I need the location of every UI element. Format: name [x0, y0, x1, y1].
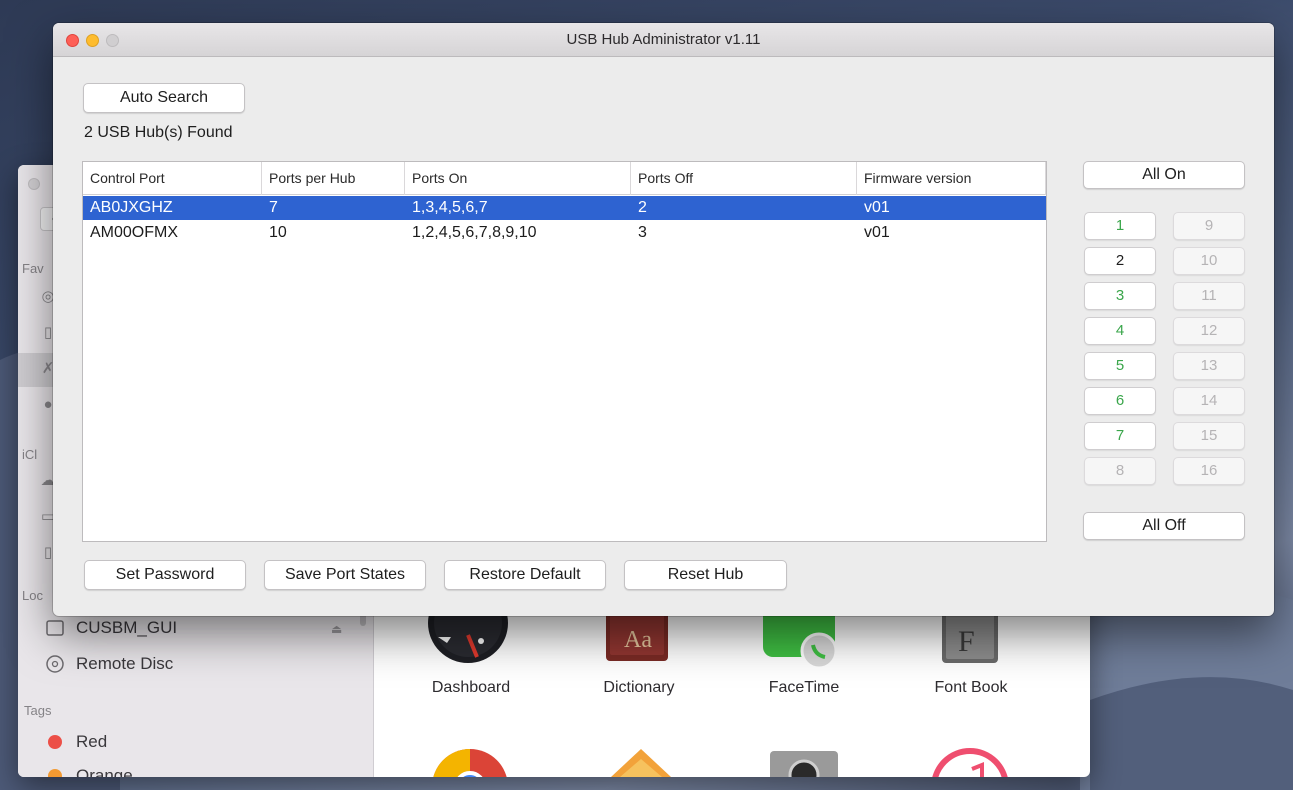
sidebar-header-favorites: Fav	[22, 261, 44, 276]
cell-ports-on: 1,2,4,5,6,7,8,9,10	[412, 224, 537, 241]
cell-ports-off: 3	[638, 224, 647, 241]
reset-hub-button[interactable]: Reset Hub	[624, 560, 787, 590]
port-button-11[interactable]: 11	[1173, 282, 1245, 310]
eject-icon[interactable]: ⏏	[331, 622, 342, 636]
music-app-icon[interactable]	[930, 747, 1010, 777]
disc-icon	[44, 653, 66, 675]
column-header-control-port[interactable]: Control Port	[83, 162, 262, 195]
image-capture-app-icon[interactable]	[766, 747, 842, 777]
tag-label: Red	[76, 732, 108, 751]
auto-search-button[interactable]: Auto Search	[83, 83, 245, 113]
home-app-icon[interactable]	[606, 747, 676, 777]
sidebar-item-cusbm-gui[interactable]: CUSBM_GUI	[44, 617, 177, 639]
app-label-facetime[interactable]: FaceTime	[739, 679, 869, 697]
save-port-states-button[interactable]: Save Port States	[264, 560, 426, 590]
cell-control-port: AM00OFMX	[90, 224, 179, 241]
app-label-dictionary[interactable]: Dictionary	[574, 679, 704, 697]
sidebar-header-tags: Tags	[24, 703, 52, 718]
port-button-14[interactable]: 14	[1173, 387, 1245, 415]
dashboard-app-icon[interactable]	[423, 613, 513, 673]
table-row[interactable]: AB0JXGHZ 7 1,3,4,5,6,7 2 v01	[83, 196, 1046, 220]
port-button-16[interactable]: 16	[1173, 457, 1245, 485]
zoom-window-button[interactable]	[106, 34, 119, 47]
port-button-13[interactable]: 13	[1173, 352, 1245, 380]
hub-table[interactable]: Control Port Ports per Hub Ports On Port…	[82, 161, 1047, 542]
svg-text:F: F	[958, 625, 975, 658]
tag-label: Orange	[76, 766, 133, 777]
window-titlebar: USB Hub Administrator v1.11	[53, 23, 1274, 57]
port-button-9[interactable]: 9	[1173, 212, 1245, 240]
port-button-12[interactable]: 12	[1173, 317, 1245, 345]
cell-control-port: AB0JXGHZ	[90, 199, 173, 216]
tag-color-dot-icon	[48, 769, 62, 777]
facetime-app-icon[interactable]	[763, 613, 843, 669]
table-header: Control Port Ports per Hub Ports On Port…	[83, 162, 1046, 195]
finder-close-button[interactable]	[28, 178, 40, 190]
all-on-button[interactable]: All On	[1083, 161, 1245, 189]
table-row[interactable]: AM00OFMX 10 1,2,4,5,6,7,8,9,10 3 v01	[83, 221, 1046, 245]
sidebar-tag-orange[interactable]: Orange	[44, 765, 133, 777]
app-label-dashboard[interactable]: Dashboard	[406, 679, 536, 697]
column-header-ports-on[interactable]: Ports On	[405, 162, 631, 195]
window-title: USB Hub Administrator v1.11	[566, 31, 761, 48]
sidebar-item-remote-disc[interactable]: Remote Disc	[44, 653, 173, 675]
port-button-1[interactable]: 1	[1084, 212, 1156, 240]
set-password-button[interactable]: Set Password	[84, 560, 246, 590]
location-label: CUSBM_GUI	[76, 618, 178, 637]
column-header-ports-per-hub[interactable]: Ports per Hub	[262, 162, 405, 195]
port-button-10[interactable]: 10	[1173, 247, 1245, 275]
cell-ports-off: 2	[638, 199, 647, 216]
sidebar-header-locations: Loc	[22, 588, 43, 603]
port-button-7[interactable]: 7	[1084, 422, 1156, 450]
port-button-5[interactable]: 5	[1084, 352, 1156, 380]
cell-firmware: v01	[864, 199, 890, 216]
disk-icon	[44, 617, 66, 639]
cell-ports-on: 1,3,4,5,6,7	[412, 199, 488, 216]
sidebar-tag-red[interactable]: Red	[44, 731, 107, 753]
hub-count-label: 2 USB Hub(s) Found	[84, 124, 233, 141]
column-header-ports-off[interactable]: Ports Off	[631, 162, 857, 195]
close-window-button[interactable]	[66, 34, 79, 47]
all-off-button[interactable]: All Off	[1083, 512, 1245, 540]
location-label: Remote Disc	[76, 654, 174, 673]
port-button-8[interactable]: 8	[1084, 457, 1156, 485]
font-book-app-icon[interactable]: F	[938, 613, 1004, 667]
app-label-font-book[interactable]: Font Book	[906, 679, 1036, 697]
port-button-6[interactable]: 6	[1084, 387, 1156, 415]
chrome-app-icon[interactable]	[430, 747, 510, 777]
column-header-firmware-version[interactable]: Firmware version	[857, 162, 1046, 195]
svg-text:Aa: Aa	[624, 627, 652, 653]
port-button-4[interactable]: 4	[1084, 317, 1156, 345]
restore-default-button[interactable]: Restore Default	[444, 560, 606, 590]
port-button-3[interactable]: 3	[1084, 282, 1156, 310]
usb-hub-admin-window: USB Hub Administrator v1.11 Auto Search …	[53, 23, 1274, 616]
sidebar-header-icloud: iCl	[22, 447, 38, 462]
cell-ports-per-hub: 10	[269, 224, 287, 241]
port-button-15[interactable]: 15	[1173, 422, 1245, 450]
dictionary-app-icon[interactable]: Aa	[604, 613, 674, 663]
minimize-window-button[interactable]	[86, 34, 99, 47]
tag-color-dot-icon	[48, 735, 62, 749]
cell-firmware: v01	[864, 224, 890, 241]
port-button-2[interactable]: 2	[1084, 247, 1156, 275]
cell-ports-per-hub: 7	[269, 199, 278, 216]
